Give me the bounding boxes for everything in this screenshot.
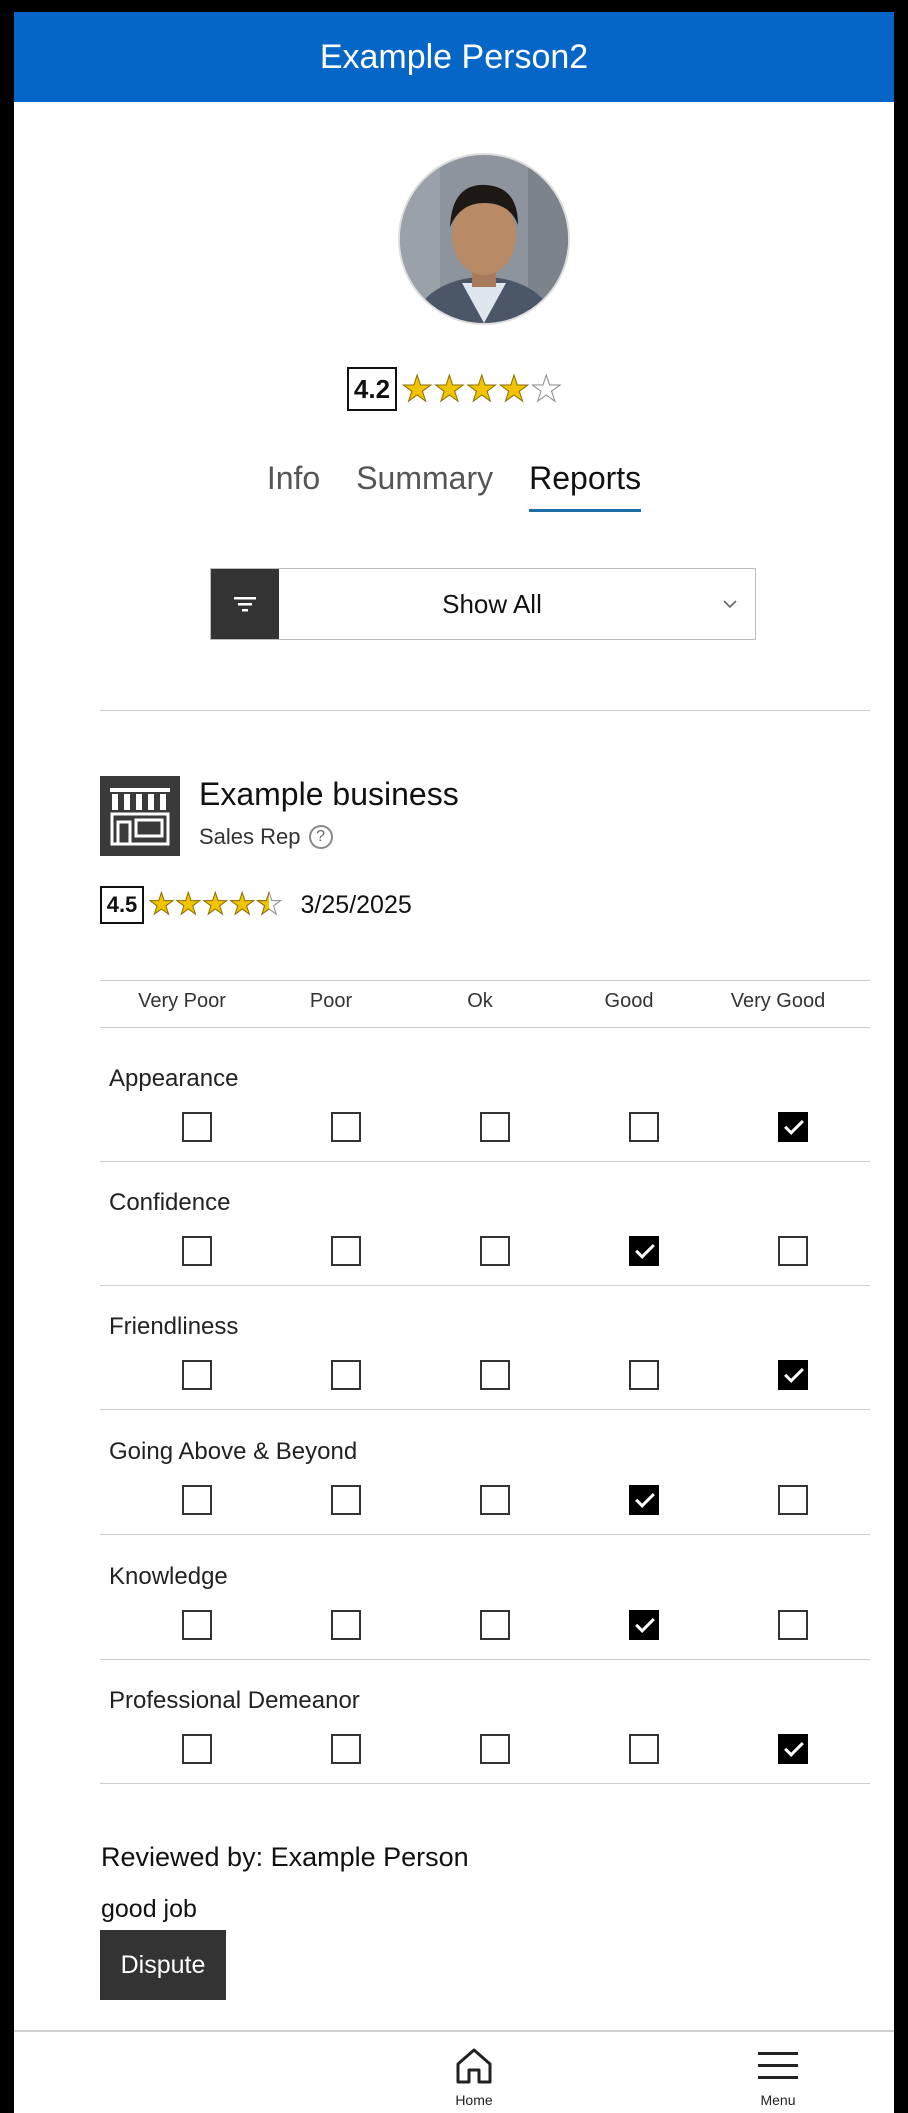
divider — [100, 1027, 870, 1028]
rating-checkbox[interactable] — [778, 1236, 808, 1266]
reviewed-by: Reviewed by: Example Person — [101, 1842, 469, 1872]
filter-selected-value[interactable]: Show All — [279, 569, 705, 639]
tab-info[interactable]: Info — [267, 460, 320, 512]
divider — [100, 980, 870, 981]
business-name: Example business — [199, 776, 459, 812]
tab-bar: Info Summary Reports — [14, 460, 894, 512]
nav-menu-label: Menu — [760, 2092, 796, 2108]
avatar-portrait — [400, 155, 568, 323]
bottom-nav: Home Menu — [14, 2030, 894, 2113]
home-icon — [456, 2048, 492, 2084]
avatar — [398, 153, 570, 325]
rating-checkbox[interactable] — [629, 1360, 659, 1390]
column-header-very-poor: Very Poor — [138, 990, 226, 1012]
star-full-icon: ★ — [174, 888, 202, 921]
divider — [100, 1783, 870, 1784]
star-full-icon: ★ — [400, 368, 434, 409]
divider — [100, 1534, 870, 1535]
star-empty-icon: ★ — [530, 368, 563, 409]
dispute-button[interactable]: Dispute — [100, 1930, 226, 2000]
rating-checkbox[interactable] — [778, 1734, 808, 1764]
report-rating: 4.5 ★★★★★ 3/25/2025 — [100, 886, 412, 924]
help-icon[interactable]: ? — [308, 825, 333, 849]
column-header-good: Good — [604, 990, 654, 1012]
column-header-very-good: Very Good — [730, 990, 826, 1012]
rating-checkbox[interactable] — [480, 1112, 510, 1142]
star-full-icon: ★ — [148, 888, 176, 921]
app-screen: Example Person2 4.2 ★★★★★ Info Summary R… — [14, 12, 894, 2113]
review-comment: good job — [101, 1895, 197, 1923]
rating-checkbox[interactable] — [182, 1734, 212, 1764]
rating-checkbox[interactable] — [331, 1236, 361, 1266]
rating-checkbox[interactable] — [778, 1485, 808, 1515]
category-label: Going Above & Beyond — [109, 1438, 358, 1465]
rating-checkbox[interactable] — [778, 1360, 808, 1390]
rating-checkbox[interactable] — [182, 1112, 212, 1142]
page-title: Example Person2 — [319, 37, 589, 76]
rating-checkbox[interactable] — [480, 1734, 510, 1764]
app-header: Example Person2 — [14, 12, 894, 102]
role-label: Sales Rep — [199, 824, 301, 849]
divider — [100, 710, 870, 711]
category-label: Professional Demeanor — [109, 1687, 360, 1714]
star-full-icon: ★ — [497, 368, 531, 409]
report-date: 3/25/2025 — [300, 890, 412, 919]
store-icon — [100, 776, 180, 856]
rating-checkbox[interactable] — [331, 1734, 361, 1764]
divider — [100, 1161, 870, 1162]
rating-checkbox[interactable] — [331, 1112, 361, 1142]
rating-checkbox[interactable] — [629, 1485, 659, 1515]
divider — [100, 1409, 870, 1410]
filter-icon[interactable] — [211, 569, 279, 639]
category-label: Appearance — [109, 1065, 239, 1092]
star-full-icon: ★ — [465, 368, 498, 409]
star-full-icon: ★ — [201, 888, 229, 921]
star-full-icon: ★ — [433, 368, 466, 409]
filter-dropdown[interactable]: Show All — [210, 568, 756, 640]
rating-checkbox[interactable] — [629, 1610, 659, 1640]
star-rating: ★★★★★ — [400, 368, 563, 410]
rating-checkbox[interactable] — [480, 1360, 510, 1390]
nav-home-label: Home — [455, 2092, 493, 2108]
divider — [100, 1659, 870, 1660]
category-label: Knowledge — [109, 1563, 228, 1590]
rating-checkbox[interactable] — [629, 1236, 659, 1266]
star-full-icon: ★ — [228, 888, 256, 921]
nav-home[interactable]: Home — [452, 2046, 496, 2108]
rating-checkbox[interactable] — [480, 1236, 510, 1266]
rating-checkbox[interactable] — [182, 1610, 212, 1640]
category-label: Confidence — [109, 1189, 231, 1216]
rating-checkbox[interactable] — [182, 1485, 212, 1515]
rating-checkbox[interactable] — [480, 1485, 510, 1515]
chevron-down-icon[interactable] — [705, 569, 755, 639]
rating-checkbox[interactable] — [331, 1610, 361, 1640]
rating-checkbox[interactable] — [778, 1610, 808, 1640]
rating-checkbox[interactable] — [331, 1485, 361, 1515]
rating-checkbox[interactable] — [182, 1236, 212, 1266]
category-label: Friendliness — [109, 1313, 239, 1340]
divider — [100, 1285, 870, 1286]
rating-score: 4.2 — [347, 367, 397, 411]
profile-rating: 4.2 ★★★★★ — [347, 367, 563, 411]
tab-reports[interactable]: Reports — [529, 460, 642, 512]
rating-checkbox[interactable] — [480, 1610, 510, 1640]
column-header-poor: Poor — [309, 990, 353, 1012]
menu-icon — [758, 2052, 798, 2079]
star-half-icon: ★ — [255, 889, 283, 920]
rating-checkbox[interactable] — [331, 1360, 361, 1390]
report-star-rating: ★★★★★ — [148, 888, 284, 922]
column-header-ok: Ok — [467, 990, 493, 1012]
tab-summary[interactable]: Summary — [356, 460, 493, 512]
rating-checkbox[interactable] — [629, 1734, 659, 1764]
business-role: Sales Rep ? — [199, 824, 333, 850]
rating-checkbox[interactable] — [778, 1112, 808, 1142]
rating-checkbox[interactable] — [182, 1360, 212, 1390]
report-rating-score: 4.5 — [100, 886, 144, 924]
nav-menu[interactable]: Menu — [754, 2046, 802, 2108]
rating-checkbox[interactable] — [629, 1112, 659, 1142]
